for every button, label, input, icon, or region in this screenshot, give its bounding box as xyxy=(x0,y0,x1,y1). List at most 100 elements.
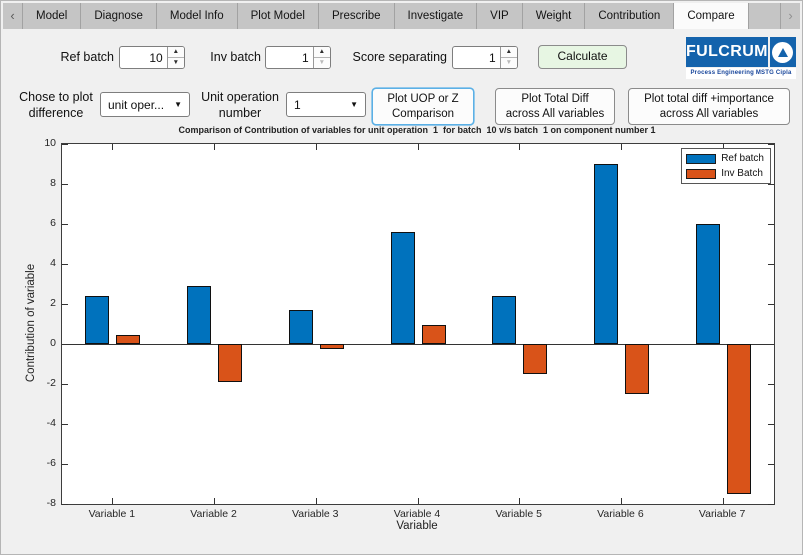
y-tickmark xyxy=(62,304,68,305)
score-separating-label: Score separating xyxy=(341,50,447,64)
tabs-container: ModelDiagnoseModel InfoPlot ModelPrescri… xyxy=(23,3,749,29)
unit-operation-dropdown[interactable]: 1 ▼ xyxy=(286,92,366,117)
score-separating-spinner: 1 ▲ ▼ xyxy=(452,46,518,69)
x-tick-label: Variable 1 xyxy=(62,508,162,520)
tab-scroll-left-icon[interactable]: ‹ xyxy=(3,3,23,29)
inv-batch-spinner: 1 ▲ ▼ xyxy=(265,46,331,69)
chevron-down-icon: ▼ xyxy=(174,100,182,109)
app-window: ‹ ModelDiagnoseModel InfoPlot ModelPresc… xyxy=(0,0,803,555)
x-tickmark xyxy=(418,144,419,150)
y-tickmark xyxy=(62,384,68,385)
zero-axis-line xyxy=(62,344,774,345)
bar-inv-batch-variable-5 xyxy=(523,344,547,374)
tab-compare[interactable]: Compare xyxy=(674,3,748,29)
legend-swatch xyxy=(686,154,716,164)
bar-ref-batch-variable-7 xyxy=(696,224,720,344)
bar-inv-batch-variable-3 xyxy=(320,344,344,349)
x-tickmark xyxy=(519,498,520,504)
y-tick-label: 0 xyxy=(24,337,56,349)
plot-total-diff-button[interactable]: Plot Total Diff across All variables xyxy=(495,88,615,125)
tab-prescribe[interactable]: Prescribe xyxy=(319,3,395,29)
bar-ref-batch-variable-4 xyxy=(391,232,415,344)
y-tickmark xyxy=(768,384,774,385)
x-tickmark xyxy=(316,144,317,150)
legend: Ref batch Inv Batch xyxy=(681,148,771,184)
tab-weight[interactable]: Weight xyxy=(523,3,586,29)
bar-ref-batch-variable-3 xyxy=(289,310,313,344)
tab-diagnose[interactable]: Diagnose xyxy=(81,3,157,29)
tab-scroll-right-icon[interactable]: › xyxy=(780,3,800,29)
x-tick-label: Variable 5 xyxy=(469,508,569,520)
ref-batch-decrement-button[interactable]: ▼ xyxy=(168,58,184,68)
tab-contribution[interactable]: Contribution xyxy=(585,3,674,29)
y-tickmark xyxy=(62,184,68,185)
y-tickmark xyxy=(768,464,774,465)
bar-ref-batch-variable-6 xyxy=(594,164,618,344)
tab-strip: ‹ ModelDiagnoseModel InfoPlot ModelPresc… xyxy=(3,3,800,29)
legend-label: Inv Batch xyxy=(721,168,763,179)
y-tickmark xyxy=(62,504,68,505)
y-tick-label: 4 xyxy=(24,257,56,269)
unit-operation-label: Unit operation number xyxy=(197,90,283,121)
inv-batch-label: Inv batch xyxy=(199,50,261,64)
x-tickmark xyxy=(214,498,215,504)
score-separating-input[interactable]: 1 xyxy=(453,47,500,68)
score-separating-increment-button[interactable]: ▲ xyxy=(501,47,517,58)
tab-model[interactable]: Model xyxy=(23,3,81,29)
inv-batch-increment-button[interactable]: ▲ xyxy=(314,47,330,58)
ref-batch-spinner: 10 ▲ ▼ xyxy=(119,46,185,69)
fulcrum-droplet-icon xyxy=(770,37,796,67)
tab-plot-model[interactable]: Plot Model xyxy=(238,3,319,29)
tab-vip[interactable]: VIP xyxy=(477,3,523,29)
plot-difference-label: Chose to plot difference xyxy=(15,90,97,121)
y-tickmark xyxy=(768,304,774,305)
ref-batch-arrows: ▲ ▼ xyxy=(167,47,184,68)
inv-batch-arrows: ▲ ▼ xyxy=(313,47,330,68)
plot-total-diff-importance-button[interactable]: Plot total diff +importance across All v… xyxy=(628,88,790,125)
inv-batch-decrement-button[interactable]: ▼ xyxy=(314,58,330,68)
ref-batch-label: Ref batch xyxy=(41,50,114,64)
y-tick-label: 8 xyxy=(24,177,56,189)
plot-difference-value: unit oper... xyxy=(108,98,164,112)
y-tickmark xyxy=(62,424,68,425)
bar-inv-batch-variable-4 xyxy=(422,325,446,344)
y-tick-label: 2 xyxy=(24,297,56,309)
y-tickmark xyxy=(768,424,774,425)
y-tickmark xyxy=(62,144,68,145)
plot-uop-comparison-button[interactable]: Plot UOP or Z Comparison xyxy=(372,88,474,125)
x-tickmark xyxy=(621,144,622,150)
plot-difference-dropdown[interactable]: unit oper... ▼ xyxy=(100,92,190,117)
chart-title: Comparison of Contribution of variables … xyxy=(61,125,773,135)
fulcrum-brand-text: FULCRUM xyxy=(686,37,768,67)
x-tick-label: Variable 6 xyxy=(570,508,670,520)
legend-entry: Inv Batch xyxy=(686,166,764,181)
y-tickmark xyxy=(768,144,774,145)
bar-inv-batch-variable-1 xyxy=(116,335,140,344)
score-separating-decrement-button[interactable]: ▼ xyxy=(501,58,517,68)
tab-investigate[interactable]: Investigate xyxy=(395,3,478,29)
ref-batch-input[interactable]: 10 xyxy=(120,47,167,68)
ref-batch-increment-button[interactable]: ▲ xyxy=(168,47,184,58)
fulcrum-tagline: Process Engineering MSTG Cipla xyxy=(686,68,796,79)
legend-swatch xyxy=(686,169,716,179)
calculate-button[interactable]: Calculate xyxy=(538,45,627,69)
x-tick-label: Variable 4 xyxy=(367,508,467,520)
unit-operation-value: 1 xyxy=(294,98,301,112)
x-tickmark xyxy=(621,498,622,504)
tab-model-info[interactable]: Model Info xyxy=(157,3,238,29)
legend-entry: Ref batch xyxy=(686,151,764,166)
chevron-down-icon: ▼ xyxy=(350,100,358,109)
y-tickmark xyxy=(768,504,774,505)
bar-ref-batch-variable-2 xyxy=(187,286,211,344)
y-tickmark xyxy=(62,224,68,225)
y-tick-label: -2 xyxy=(24,377,56,389)
y-tick-label: -8 xyxy=(24,497,56,509)
plot-area: Ref batch Inv Batch xyxy=(61,143,775,505)
x-tick-label: Variable 7 xyxy=(672,508,772,520)
x-tickmark xyxy=(316,498,317,504)
y-tickmark xyxy=(768,264,774,265)
y-tick-label: 10 xyxy=(24,137,56,149)
x-axis-label: Variable xyxy=(61,520,773,532)
y-tickmark xyxy=(62,464,68,465)
inv-batch-input[interactable]: 1 xyxy=(266,47,313,68)
